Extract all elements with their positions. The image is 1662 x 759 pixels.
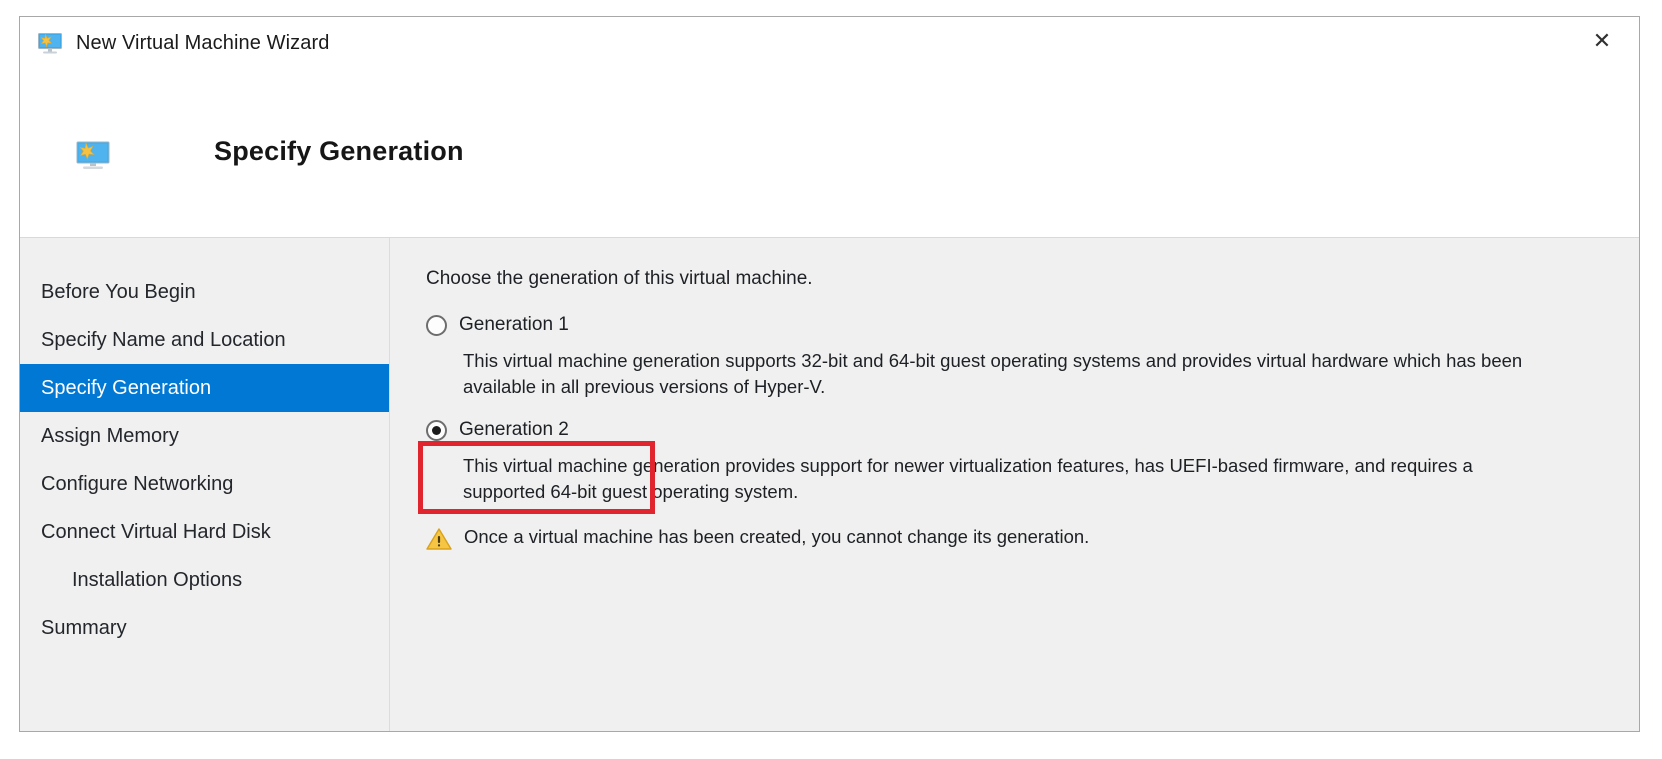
sidebar-item-specify-generation[interactable]: Specify Generation bbox=[20, 364, 389, 412]
wizard-content-panel: Choose the generation of this virtual ma… bbox=[390, 238, 1639, 731]
sidebar-item-before-you-begin[interactable]: Before You Begin bbox=[20, 268, 389, 316]
sidebar-item-label: Specify Name and Location bbox=[41, 328, 286, 351]
sidebar-item-label: Installation Options bbox=[72, 568, 243, 591]
new-virtual-machine-wizard-dialog: New Virtual Machine Wizard ✕ Specify Gen… bbox=[19, 16, 1640, 732]
sidebar-item-configure-networking[interactable]: Configure Networking bbox=[20, 460, 389, 508]
virtual-machine-monitor-icon bbox=[37, 31, 63, 57]
sidebar-item-label: Summary bbox=[41, 616, 127, 639]
sidebar-item-connect-virtual-hard-disk[interactable]: Connect Virtual Hard Disk bbox=[20, 508, 389, 556]
radio-label-generation-1: Generation 1 bbox=[459, 314, 569, 335]
dialog-title: New Virtual Machine Wizard bbox=[76, 32, 330, 54]
virtual-machine-monitor-icon bbox=[76, 141, 110, 171]
screenshot-root: New Virtual Machine Wizard ✕ Specify Gen… bbox=[0, 0, 1662, 759]
wizard-page-header: Specify Generation bbox=[20, 70, 1639, 238]
instruction-text: Choose the generation of this virtual ma… bbox=[426, 268, 813, 289]
sidebar-item-label: Before You Begin bbox=[41, 280, 196, 303]
dialog-body: Before You Begin Specify Name and Locati… bbox=[20, 238, 1639, 731]
sidebar-item-label: Connect Virtual Hard Disk bbox=[41, 520, 271, 543]
radio-option-generation-1[interactable]: Generation 1 bbox=[426, 308, 1639, 342]
sidebar-item-summary[interactable]: Summary bbox=[20, 604, 389, 652]
generation-warning: Once a virtual machine has been created,… bbox=[426, 526, 1639, 551]
sidebar-item-specify-name-and-location[interactable]: Specify Name and Location bbox=[20, 316, 389, 364]
wizard-steps-sidebar: Before You Begin Specify Name and Locati… bbox=[20, 238, 390, 731]
sidebar-item-installation-options[interactable]: Installation Options bbox=[20, 556, 389, 604]
generation-1-description: This virtual machine generation supports… bbox=[463, 350, 1523, 397]
generation-2-description: This virtual machine generation provides… bbox=[463, 455, 1473, 502]
radio-button-unselected-icon[interactable] bbox=[426, 314, 447, 336]
sidebar-item-assign-memory[interactable]: Assign Memory bbox=[20, 412, 389, 460]
radio-option-generation-2[interactable]: Generation 2 bbox=[426, 413, 1639, 447]
page-title: Specify Generation bbox=[214, 136, 464, 166]
radio-label-generation-2: Generation 2 bbox=[459, 419, 569, 441]
warning-text: Once a virtual machine has been created,… bbox=[464, 526, 1090, 548]
warning-triangle-icon bbox=[426, 527, 452, 551]
dialog-title-bar: New Virtual Machine Wizard ✕ bbox=[20, 17, 1639, 70]
close-icon[interactable]: ✕ bbox=[1573, 17, 1631, 67]
sidebar-item-label: Assign Memory bbox=[41, 424, 179, 447]
sidebar-item-label: Configure Networking bbox=[41, 472, 234, 495]
radio-button-selected-icon[interactable] bbox=[426, 419, 447, 441]
sidebar-item-label: Specify Generation bbox=[41, 376, 212, 399]
